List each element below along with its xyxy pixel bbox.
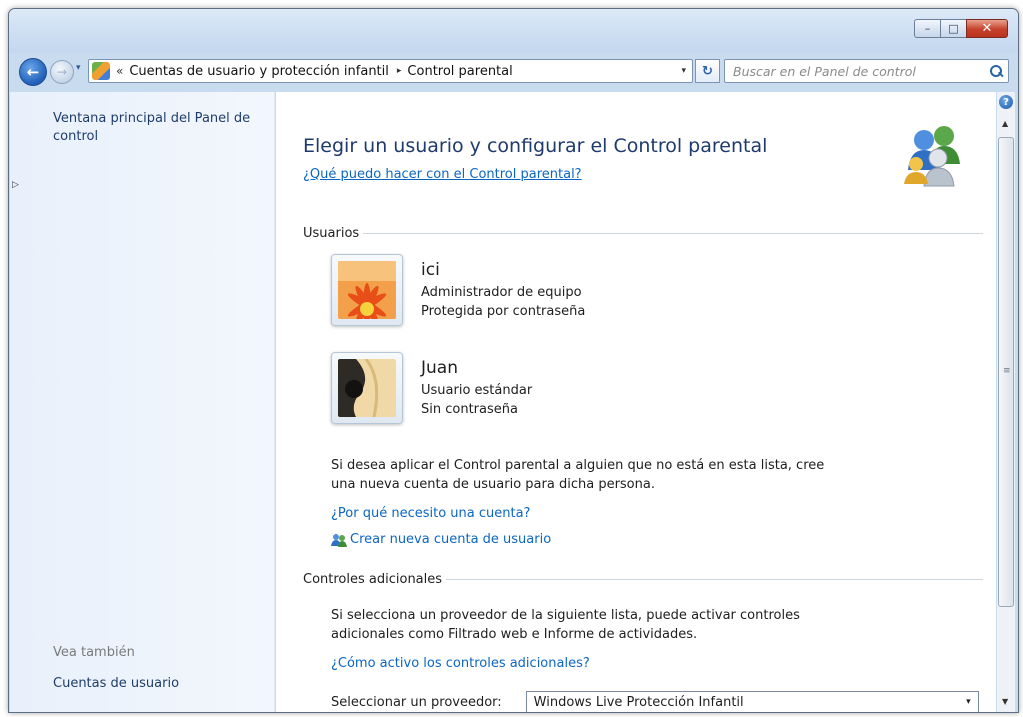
- scroll-up-icon[interactable]: ▲: [1002, 119, 1008, 128]
- breadcrumb-overflow-icon[interactable]: «: [116, 64, 123, 78]
- scroll-thumb[interactable]: ≡: [998, 137, 1014, 607]
- recent-pages-dropdown[interactable]: ▾: [76, 63, 81, 73]
- avatar[interactable]: [331, 352, 403, 424]
- section-divider: [363, 233, 983, 234]
- help-icon[interactable]: ?: [999, 95, 1013, 109]
- additional-controls-header: Controles adicionales: [303, 572, 983, 587]
- user-tile-ici[interactable]: ici Administrador de equipo Protegida po…: [331, 254, 751, 332]
- user-name[interactable]: ici: [421, 260, 440, 280]
- provider-label: Seleccionar un proveedor:: [331, 694, 502, 710]
- search-input[interactable]: [733, 63, 973, 79]
- users-icon: [904, 126, 960, 187]
- address-dropdown-icon[interactable]: ▾: [681, 66, 686, 76]
- why-account-link[interactable]: ¿Por qué necesito una cuenta?: [331, 504, 851, 523]
- user-tile-juan[interactable]: Juan Usuario estándar Sin contraseña: [331, 352, 751, 430]
- parental-control-help-link[interactable]: ¿Qué puedo hacer con el Control parental…: [303, 167, 582, 182]
- provider-row: Seleccionar un proveedor: Windows Live P…: [331, 691, 979, 712]
- user-password-status: Protegida por contraseña: [421, 304, 586, 319]
- scroll-down-icon[interactable]: ▼: [1002, 697, 1008, 706]
- scroll-grip-icon: ≡: [1003, 366, 1011, 376]
- add-user-note: Si desea aplicar el Control parental a a…: [331, 458, 825, 492]
- breadcrumb-separator-icon[interactable]: ▸: [397, 66, 402, 76]
- maximize-button[interactable]: □: [940, 19, 966, 38]
- add-user-icon: [331, 533, 347, 547]
- page-title: Elegir un usuario y configurar el Contro…: [303, 135, 768, 157]
- create-account-link[interactable]: Crear nueva cuenta de usuario: [331, 532, 551, 547]
- flower-avatar-icon: [338, 261, 396, 327]
- task-pane: Ventana principal del Panel de control ▷…: [10, 92, 275, 712]
- user-password-status: Sin contraseña: [421, 402, 518, 417]
- section-divider: [446, 579, 983, 580]
- back-button[interactable]: ←: [19, 58, 47, 86]
- search-box[interactable]: [724, 59, 1009, 83]
- additional-controls-help-link[interactable]: ¿Cómo activo los controles adicionales?: [331, 654, 851, 673]
- title-bar: – □ ✕: [9, 9, 1018, 53]
- avatar[interactable]: [331, 254, 403, 327]
- pane-expand-icon[interactable]: ▷: [12, 180, 19, 190]
- control-panel-window: – □ ✕ ← → ▾ « Cuentas de usuario y prote…: [8, 8, 1019, 713]
- chevron-down-icon[interactable]: ▾: [966, 697, 971, 707]
- refresh-button[interactable]: ↻: [695, 59, 720, 83]
- users-section-header: Usuarios: [303, 226, 983, 241]
- address-bar[interactable]: « Cuentas de usuario y protección infant…: [88, 59, 693, 83]
- additional-controls-label: Controles adicionales: [303, 572, 443, 587]
- user-name[interactable]: Juan: [421, 358, 458, 378]
- caption-buttons: – □ ✕: [914, 19, 1008, 38]
- vertical-scrollbar[interactable]: ? ▲ ≡ ▼: [997, 92, 1015, 712]
- breadcrumb-parental-controls[interactable]: Control parental: [407, 64, 512, 79]
- users-section-label: Usuarios: [303, 226, 360, 241]
- user-account-type: Usuario estándar: [421, 383, 533, 398]
- search-icon[interactable]: [990, 65, 1002, 77]
- control-panel-icon: [92, 62, 110, 80]
- see-also-heading: Vea también: [53, 645, 135, 660]
- user-account-type: Administrador de equipo: [421, 285, 582, 300]
- provider-selected-value[interactable]: Windows Live Protección Infantil: [534, 695, 744, 710]
- minimize-button[interactable]: –: [914, 19, 940, 38]
- guitar-avatar-icon: [338, 358, 396, 418]
- control-panel-home-link[interactable]: Ventana principal del Panel de control: [53, 110, 268, 146]
- create-account-label[interactable]: Crear nueva cuenta de usuario: [350, 532, 551, 547]
- additional-controls-text: Si selecciona un proveedor de la siguien…: [331, 608, 800, 642]
- breadcrumb-user-accounts[interactable]: Cuentas de usuario y protección infantil: [129, 64, 389, 79]
- forward-button[interactable]: →: [50, 60, 74, 84]
- close-button[interactable]: ✕: [966, 19, 1008, 38]
- user-accounts-link[interactable]: Cuentas de usuario: [53, 676, 179, 691]
- main-content: Elegir un usuario y configurar el Contro…: [276, 92, 996, 712]
- provider-select[interactable]: Windows Live Protección Infantil ▾: [525, 691, 979, 712]
